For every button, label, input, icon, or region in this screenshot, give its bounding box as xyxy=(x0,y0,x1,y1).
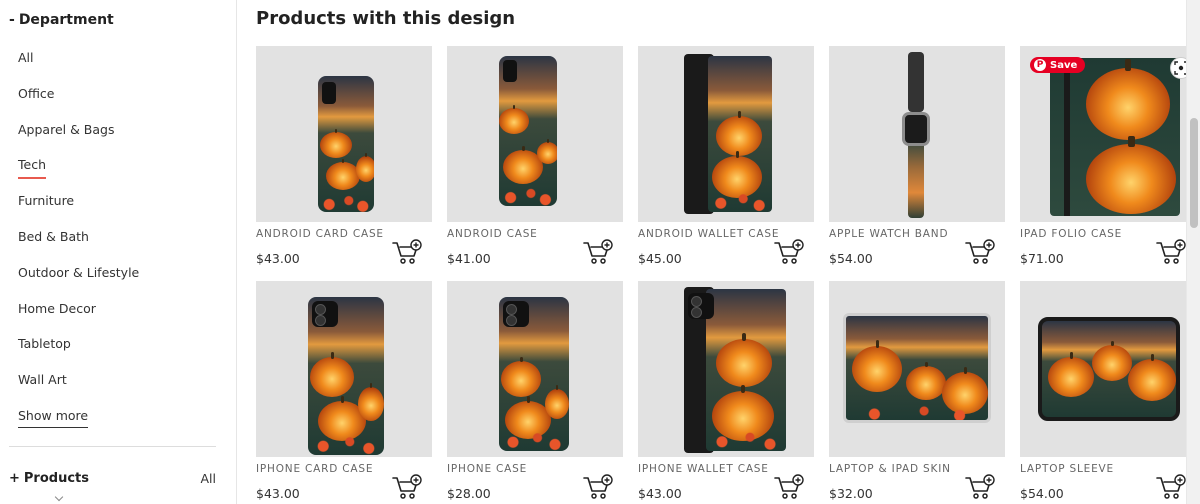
product-price: $54.00 xyxy=(1020,486,1064,501)
add-to-cart-icon[interactable] xyxy=(391,473,423,501)
filter-sidebar: - Department All Office Apparel & Bags T… xyxy=(0,0,237,504)
product-image[interactable] xyxy=(829,281,1005,457)
product-name[interactable]: APPLE WATCH BAND xyxy=(829,228,948,240)
section-title: Products with this design xyxy=(256,8,516,29)
product-name[interactable]: IPHONE WALLET CASE xyxy=(638,463,769,475)
department-header[interactable]: - Department xyxy=(9,12,114,28)
department-list: All Office Apparel & Bags Tech Furniture… xyxy=(18,49,139,443)
product-image[interactable] xyxy=(447,281,623,457)
product-price: $43.00 xyxy=(256,251,300,266)
add-to-cart-icon[interactable] xyxy=(773,473,805,501)
department-item-home-decor[interactable]: Home Decor xyxy=(18,300,139,336)
add-to-cart-icon[interactable] xyxy=(582,473,614,501)
product-name[interactable]: LAPTOP & IPAD SKIN xyxy=(829,463,951,475)
add-to-cart-icon[interactable] xyxy=(582,238,614,266)
department-item-office[interactable]: Office xyxy=(18,85,139,121)
add-to-cart-icon[interactable] xyxy=(1155,238,1187,266)
product-name[interactable]: LAPTOP SLEEVE xyxy=(1020,463,1114,475)
product-price: $45.00 xyxy=(638,251,682,266)
page-scrollbar[interactable] xyxy=(1186,0,1200,504)
add-to-cart-icon[interactable] xyxy=(964,238,996,266)
department-item-outdoor-lifestyle[interactable]: Outdoor & Lifestyle xyxy=(18,264,139,300)
products-filter[interactable]: + Products All xyxy=(9,471,216,486)
add-to-cart-icon[interactable] xyxy=(964,473,996,501)
product-price: $32.00 xyxy=(829,486,873,501)
scrollbar-thumb[interactable] xyxy=(1190,118,1198,228)
product-card[interactable]: ANDROID WALLET CASE $45.00 xyxy=(638,46,814,266)
product-name[interactable]: IPAD FOLIO CASE xyxy=(1020,228,1122,240)
camera-icon xyxy=(503,60,517,82)
product-name[interactable]: ANDROID WALLET CASE xyxy=(638,228,779,240)
product-card[interactable]: IPHONE WALLET CASE $43.00 xyxy=(638,281,814,501)
products-toggle[interactable]: + xyxy=(9,471,20,486)
product-price: $43.00 xyxy=(256,486,300,501)
department-toggle[interactable]: - xyxy=(9,12,15,28)
product-name[interactable]: ANDROID CASE xyxy=(447,228,538,240)
product-image[interactable]: P Save xyxy=(1020,46,1196,222)
department-item-bed-bath[interactable]: Bed & Bath xyxy=(18,228,139,264)
product-image[interactable] xyxy=(447,46,623,222)
pinterest-icon: P xyxy=(1034,59,1046,71)
product-image[interactable] xyxy=(256,281,432,457)
product-image[interactable] xyxy=(1020,281,1196,457)
camera-icon xyxy=(688,293,714,319)
products-section: Products with this design ANDROID CARD C… xyxy=(237,0,1200,504)
department-item-tabletop[interactable]: Tabletop xyxy=(18,335,139,371)
product-card[interactable]: IPHONE CASE $28.00 xyxy=(447,281,623,501)
product-card[interactable]: IPHONE CARD CASE $43.00 xyxy=(256,281,432,501)
sidebar-divider xyxy=(9,446,216,447)
products-filter-label: Products xyxy=(23,471,89,486)
product-price: $28.00 xyxy=(447,486,491,501)
products-filter-value: All xyxy=(200,471,217,486)
product-price: $43.00 xyxy=(638,486,682,501)
department-item-tech[interactable]: Tech xyxy=(18,156,139,192)
add-to-cart-icon[interactable] xyxy=(1155,473,1187,501)
department-item-wall-art[interactable]: Wall Art xyxy=(18,371,139,407)
show-more-link[interactable]: Show more xyxy=(18,407,139,443)
department-item-apparel-bags[interactable]: Apparel & Bags xyxy=(18,121,139,157)
product-card[interactable]: ANDROID CASE $41.00 xyxy=(447,46,623,266)
product-price: $71.00 xyxy=(1020,251,1064,266)
watch-face xyxy=(902,112,930,146)
product-card[interactable]: ANDROID CARD CASE $43.00 xyxy=(256,46,432,266)
product-name[interactable]: IPHONE CASE xyxy=(447,463,527,475)
product-image[interactable] xyxy=(829,46,1005,222)
product-image[interactable] xyxy=(638,46,814,222)
product-image[interactable] xyxy=(256,46,432,222)
department-item-furniture[interactable]: Furniture xyxy=(18,192,139,228)
product-card[interactable]: P Save IPAD FOLIO CASE $71.00 xyxy=(1020,46,1196,266)
product-card[interactable]: LAPTOP & IPAD SKIN $32.00 xyxy=(829,281,1005,501)
camera-icon xyxy=(503,301,529,327)
chevron-down-icon xyxy=(54,492,64,502)
product-card[interactable]: APPLE WATCH BAND $54.00 xyxy=(829,46,1005,266)
product-card[interactable]: LAPTOP SLEEVE $54.00 xyxy=(1020,281,1196,501)
add-to-cart-icon[interactable] xyxy=(773,238,805,266)
product-name[interactable]: IPHONE CARD CASE xyxy=(256,463,373,475)
product-price: $41.00 xyxy=(447,251,491,266)
product-price: $54.00 xyxy=(829,251,873,266)
department-title: Department xyxy=(18,12,114,28)
pinterest-save-button[interactable]: P Save xyxy=(1030,57,1086,73)
product-name[interactable]: ANDROID CARD CASE xyxy=(256,228,384,240)
camera-icon xyxy=(312,301,338,327)
product-image[interactable] xyxy=(638,281,814,457)
add-to-cart-icon[interactable] xyxy=(391,238,423,266)
camera-icon xyxy=(322,82,336,104)
department-item-all[interactable]: All xyxy=(18,49,139,85)
